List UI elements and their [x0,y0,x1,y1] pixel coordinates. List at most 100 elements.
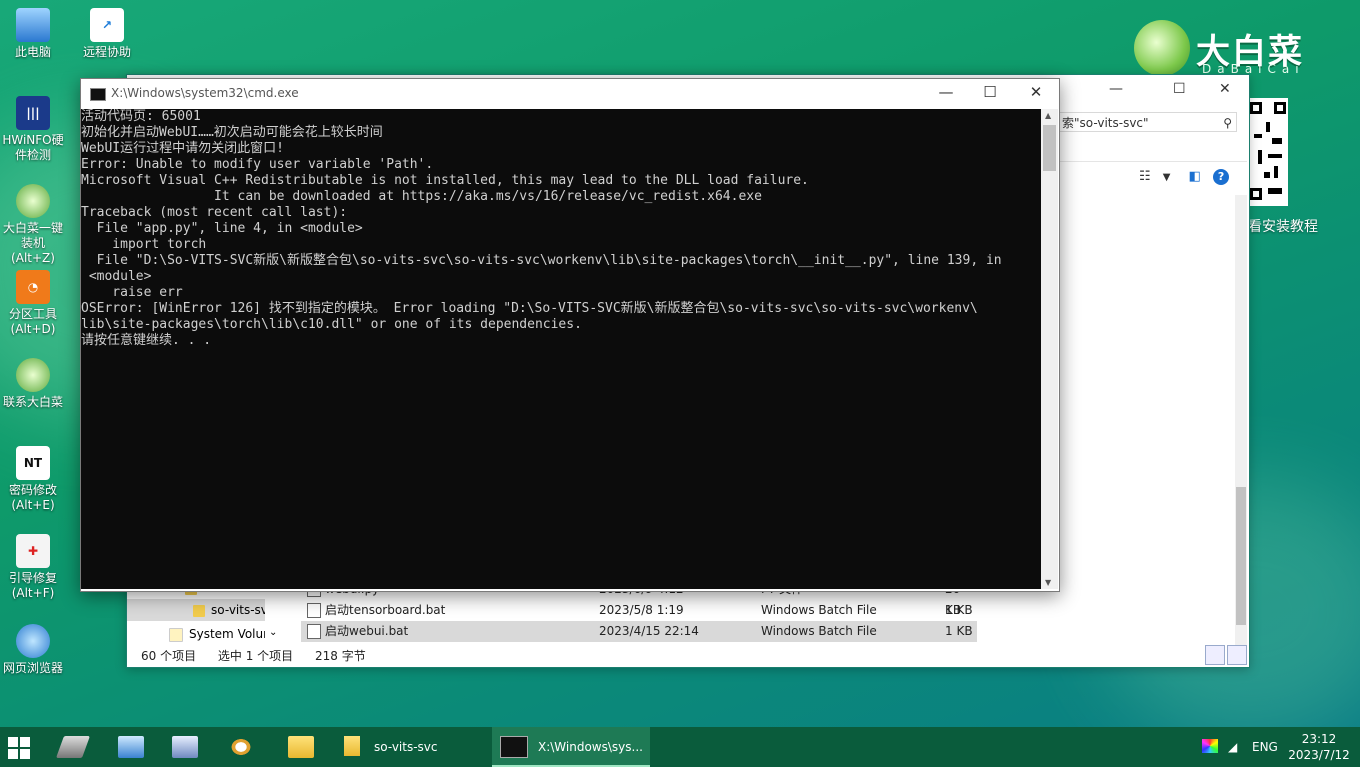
close-button[interactable]: ✕ [1219,81,1231,97]
color-app-icon[interactable] [1202,739,1218,753]
desktop-icon-label: 分区工具(Alt+D) [8,307,57,336]
desktop-icon-partition[interactable]: ◔ 分区工具(Alt+D) [0,270,66,337]
console-line: 请按任意键继续. . . [81,333,212,348]
view-options-icon[interactable]: ☷ [1139,169,1151,184]
console-line: Microsoft Visual C++ Redistributable is … [81,173,809,188]
console-line: File "D:\So-VITS-SVC新版\新版整合包\so-vits-svc… [81,253,1002,268]
taskbar-pin-search[interactable] [224,731,258,763]
taskbar-pin-keyboard[interactable] [168,731,202,763]
search-icon: ⚲ [1223,116,1232,130]
task-label: X:\Windows\sys... [538,740,643,754]
search-input[interactable]: 索"so-vits-svc" ⚲ [1057,112,1237,132]
scrollbar[interactable]: ▲ ▼ [1041,109,1058,589]
console-line: 活动代码页: 65001 [81,109,201,124]
taskbar-pin-explorer[interactable] [284,731,318,763]
disk-tool-icon [55,736,91,758]
globe-icon [16,624,50,658]
file-type: Windows Batch File [761,624,877,638]
desktop-icon-label: 引导修复(Alt+F) [8,571,57,600]
partition-tool-icon: ◔ [16,270,50,304]
cmd-app-icon [90,88,106,101]
desktop-icon-remote-assist[interactable]: ↗ 远程协助 [74,8,140,60]
view-toolbar: ☷ ▼ ◧ ? [1139,169,1230,185]
divider [1057,161,1247,162]
console-line: It can be downloaded at https://aka.ms/v… [81,189,762,204]
tree-scroll-chevron-icon[interactable]: ⌄ [269,627,277,638]
close-button[interactable]: ✕ [1021,83,1051,101]
clock[interactable]: 23:12 2023/7/12 [1284,731,1354,763]
scrollbar-thumb[interactable] [1043,125,1056,171]
console-line: lib\site-packages\torch\lib\c10.dll" or … [81,317,582,332]
taskbar-task-cmd[interactable]: X:\Windows\sys... [492,727,650,767]
scroll-down-icon[interactable]: ▼ [1045,578,1051,587]
desktop-icon-this-pc[interactable]: 此电脑 [0,8,66,60]
desktop-icon-label: 远程协助 [82,45,131,59]
brand-logo: 大白菜 DaBaiCai [1130,18,1330,78]
console-line: WebUI运行过程中请勿关闭此窗口! [81,141,284,156]
magnifier-icon [228,736,254,758]
help-icon[interactable]: ? [1213,169,1230,185]
desktop-icon-label: 密码修改(Alt+E) [8,483,57,512]
taskbar-pin-remote[interactable] [114,731,148,763]
scroll-up-icon[interactable]: ▲ [1045,111,1051,120]
details-view-icon[interactable] [1205,645,1225,665]
batch-file-icon [307,603,321,618]
file-date: 2023/5/8 1:19 [599,603,684,617]
desktop-icon-contact[interactable]: 联系大白菜 [0,358,66,410]
clock-time: 23:12 [1301,732,1337,746]
table-row-selected[interactable]: 启动webui.bat 2023/4/15 22:14 Windows Batc… [301,621,977,642]
chevron-down-icon[interactable]: ▼ [1163,172,1171,183]
console-output[interactable]: 活动代码页: 65001 初始化并启动WebUI……初次启动可能会花上较长时间 … [81,109,1041,589]
file-name: 启动tensorboard.bat [325,603,446,617]
cabbage-icon [16,184,50,218]
preview-pane-icon[interactable]: ◧ [1189,169,1201,184]
desktop-icon-label: 此电脑 [14,45,51,59]
taskbar-task-explorer[interactable]: so-vits-svc [336,727,490,767]
taskbar-pin-disk-tool[interactable] [55,731,91,763]
start-button[interactable] [8,737,30,759]
language-indicator[interactable]: ENG [1252,727,1278,767]
remote-assist-icon: ↗ [90,8,124,42]
scrollbar-thumb[interactable] [1236,487,1246,625]
desktop-icon-browser[interactable]: 网页浏览器 [0,624,66,676]
tree-item[interactable]: System Volun [169,623,265,645]
maximize-button[interactable]: ☐ [1173,81,1186,97]
network-icon[interactable]: ◢ [1228,727,1237,767]
task-label: so-vits-svc [374,740,438,754]
folder-icon [344,736,360,756]
cabbage-icon [16,358,50,392]
file-size: 1 KB [945,603,973,617]
folder-icon [288,736,314,758]
hwinfo-icon: ||| [16,96,50,130]
console-line: import torch [81,237,207,252]
clock-date: 2023/7/12 [1288,748,1350,762]
console-line: File "app.py", line 4, in <module> [81,221,363,236]
folder-icon [193,604,205,617]
desktop-icon-install[interactable]: 大白菜一键装机(Alt+Z) [0,184,66,266]
maximize-button[interactable]: ☐ [975,83,1005,101]
cmd-titlebar: X:\Windows\system32\cmd.exe — ☐ ✕ [81,79,1059,109]
console-line: raise err [81,285,183,300]
console-line: <module> [81,269,152,284]
item-count: 60 个项目 [141,649,197,663]
large-icons-view-icon[interactable] [1227,645,1247,665]
qr-code [1248,98,1288,206]
minimize-button[interactable]: — [1109,81,1123,97]
file-size: 1 KB [945,624,973,638]
cabbage-mascot-icon [1134,20,1190,76]
desktop-icon-password[interactable]: NT 密码修改(Alt+E) [0,446,66,513]
monitor-icon [16,8,50,42]
search-text: 索"so-vits-svc" [1062,116,1149,130]
tree-item-label: System Volun [189,627,265,641]
desktop-icon-hwinfo[interactable]: ||| HWiNFO硬件检测 [0,96,66,163]
minimize-button[interactable]: — [931,83,961,101]
desktop-icon-boot-repair[interactable]: ✚ 引导修复(Alt+F) [0,534,66,601]
tree-item-selected[interactable]: so-vits-sv [127,599,265,621]
desktop-icon-label: 联系大白菜 [2,395,63,409]
table-row[interactable]: 启动tensorboard.bat 2023/5/8 1:19 Windows … [301,600,977,621]
desktop-icon-label: 网页浏览器 [2,661,63,675]
remote-desktop-icon [118,736,144,758]
tree-item-label: so-vits-sv [211,603,265,617]
qr-caption: 看安装教程 [1248,219,1318,235]
cmd-window[interactable]: X:\Windows\system32\cmd.exe — ☐ ✕ 活动代码页:… [80,78,1060,592]
